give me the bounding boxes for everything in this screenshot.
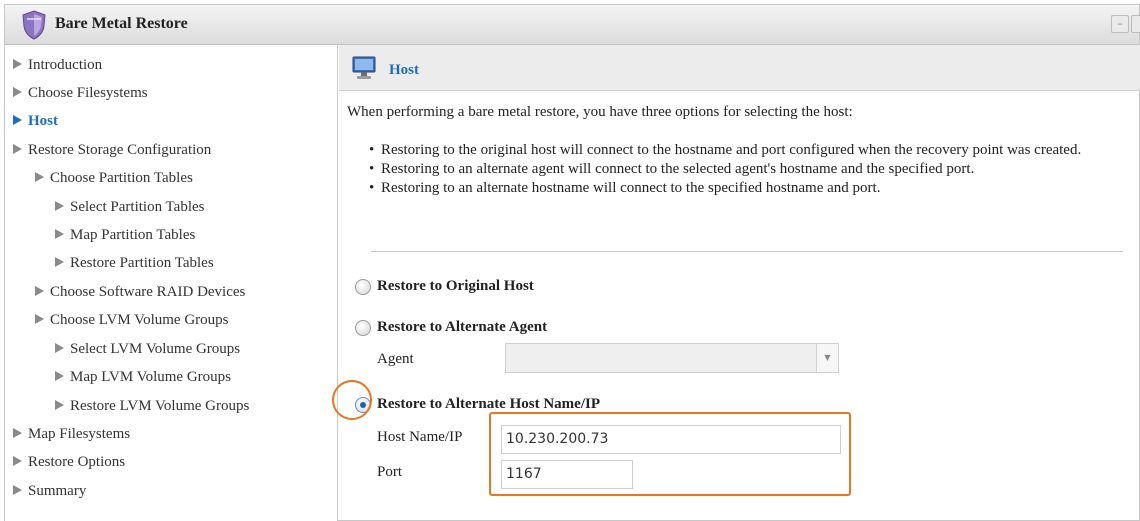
sidebar-item-restore-partition-tables[interactable]: Restore Partition Tables xyxy=(55,251,214,275)
triangle-right-icon xyxy=(55,201,64,211)
sidebar-item-select-partition-tables[interactable]: Select Partition Tables xyxy=(55,195,204,219)
sidebar-item-host[interactable]: Host xyxy=(13,109,58,133)
triangle-right-icon xyxy=(13,456,22,466)
sidebar-item-map-lvm-volume-groups[interactable]: Map LVM Volume Groups xyxy=(55,365,231,389)
sidebar-item-choose-lvm-volume-groups[interactable]: Choose LVM Volume Groups xyxy=(35,308,229,332)
highlight-box xyxy=(489,412,851,496)
sidebar-item-choose-partition-tables[interactable]: Choose Partition Tables xyxy=(35,166,193,190)
section-header: Host xyxy=(339,45,1140,91)
agent-select[interactable]: ▼ xyxy=(505,343,839,373)
sidebar-item-restore-options[interactable]: Restore Options xyxy=(13,450,125,474)
triangle-right-icon xyxy=(13,428,22,438)
chevron-down-icon[interactable]: ▼ xyxy=(816,344,838,372)
sidebar-item-summary[interactable]: Summary xyxy=(13,479,86,503)
sidebar-item-map-partition-tables[interactable]: Map Partition Tables xyxy=(55,223,195,247)
triangle-right-icon xyxy=(13,87,22,97)
triangle-right-icon xyxy=(35,172,44,182)
list-item: Restoring to an alternate agent will con… xyxy=(369,160,1129,179)
options-description-list: Restoring to the original host will conn… xyxy=(369,141,1129,198)
restore-original-host-label[interactable]: Restore to Original Host xyxy=(377,278,534,295)
sidebar-item-map-filesystems[interactable]: Map Filesystems xyxy=(13,422,130,446)
sidebar-item-select-lvm-volume-groups[interactable]: Select LVM Volume Groups xyxy=(55,337,240,361)
list-item: Restoring to an alternate hostname will … xyxy=(369,179,1129,198)
triangle-right-icon xyxy=(55,343,64,353)
port-label: Port xyxy=(377,464,403,480)
triangle-right-icon xyxy=(13,485,22,495)
divider xyxy=(371,251,1123,252)
sidebar-item-choose-filesystems[interactable]: Choose Filesystems xyxy=(13,81,148,105)
host-name-label: Host Name/IP xyxy=(377,429,463,445)
triangle-right-icon xyxy=(55,257,64,267)
triangle-right-icon xyxy=(55,371,64,381)
triangle-right-icon xyxy=(55,229,64,239)
maximize-icon[interactable] xyxy=(1131,15,1140,33)
sidebar-item-restore-lvm-volume-groups[interactable]: Restore LVM Volume Groups xyxy=(55,394,249,418)
triangle-right-icon xyxy=(55,400,64,410)
list-item: Restoring to the original host will conn… xyxy=(369,141,1129,160)
restore-alternate-hostname-label[interactable]: Restore to Alternate Host Name/IP xyxy=(377,396,600,413)
window-title: Bare Metal Restore xyxy=(55,15,188,32)
sidebar-item-restore-storage-configuration[interactable]: Restore Storage Configuration xyxy=(13,138,211,162)
sidebar-item-choose-software-raid-devices[interactable]: Choose Software RAID Devices xyxy=(35,280,245,304)
minimize-icon[interactable]: – xyxy=(1111,15,1129,33)
page-title: Host xyxy=(389,62,419,78)
triangle-right-icon xyxy=(35,286,44,296)
highlight-circle xyxy=(332,380,372,420)
intro-text: When performing a bare metal restore, yo… xyxy=(347,104,853,120)
triangle-right-icon xyxy=(13,115,22,125)
wizard-step-sidebar: Introduction Choose Filesystems Host Res… xyxy=(5,45,338,521)
agent-label: Agent xyxy=(377,351,414,367)
restore-original-host-radio[interactable] xyxy=(355,279,371,295)
title-bar: Bare Metal Restore – xyxy=(5,5,1140,45)
restore-alternate-agent-radio[interactable] xyxy=(355,320,371,336)
restore-alternate-agent-label[interactable]: Restore to Alternate Agent xyxy=(377,319,547,336)
triangle-right-icon xyxy=(13,59,22,69)
triangle-right-icon xyxy=(35,314,44,324)
shield-icon xyxy=(22,10,46,40)
triangle-right-icon xyxy=(13,144,22,154)
monitor-icon xyxy=(352,56,376,79)
sidebar-item-introduction[interactable]: Introduction xyxy=(13,53,102,77)
